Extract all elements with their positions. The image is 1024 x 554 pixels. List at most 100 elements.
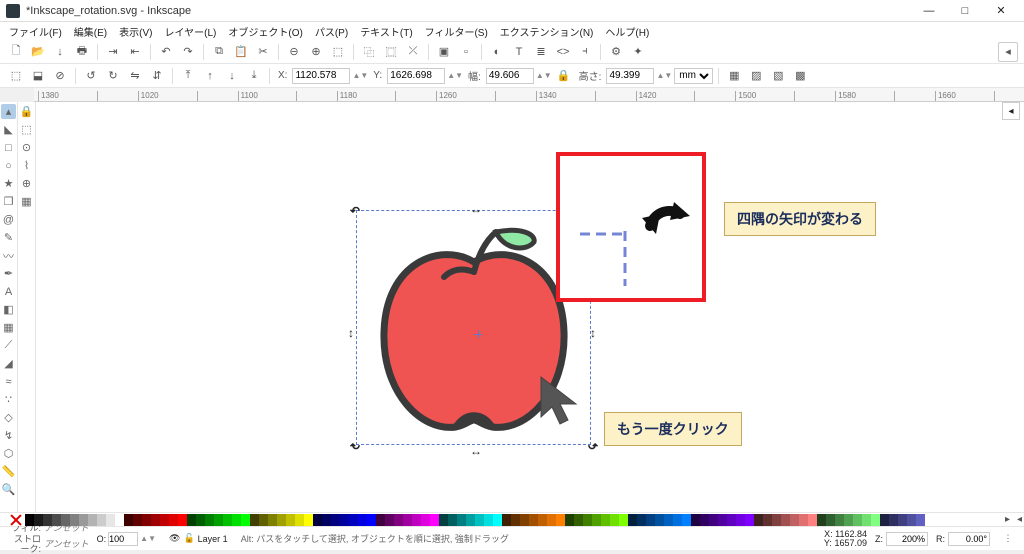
- color-swatch[interactable]: [412, 514, 421, 526]
- color-swatch[interactable]: [556, 514, 565, 526]
- color-swatch[interactable]: [520, 514, 529, 526]
- doc-props-icon[interactable]: ✦: [628, 42, 648, 62]
- undo-icon[interactable]: ↶: [156, 42, 176, 62]
- color-swatch[interactable]: [844, 514, 853, 526]
- paste-icon[interactable]: 📋: [231, 42, 251, 62]
- 3d-box-tool-icon[interactable]: ❒: [1, 194, 16, 209]
- color-swatch[interactable]: [808, 514, 817, 526]
- layer-visibility-icon[interactable]: 👁: [169, 533, 180, 544]
- tweak-tool-icon[interactable]: ≈: [1, 374, 16, 389]
- color-swatch[interactable]: [88, 514, 97, 526]
- color-swatch[interactable]: [655, 514, 664, 526]
- color-swatch[interactable]: [691, 514, 700, 526]
- color-swatch[interactable]: [601, 514, 610, 526]
- menu-layer[interactable]: レイヤー(L): [159, 23, 221, 40]
- color-swatch[interactable]: [529, 514, 538, 526]
- color-swatch[interactable]: [232, 514, 241, 526]
- menu-help[interactable]: ヘルプ(H): [600, 23, 654, 40]
- snap-path-icon[interactable]: ⌇: [19, 158, 34, 173]
- color-swatch[interactable]: [880, 514, 889, 526]
- status-menu-icon[interactable]: ⋮: [998, 529, 1018, 549]
- color-swatch[interactable]: [673, 514, 682, 526]
- mesh-tool-icon[interactable]: ▦: [1, 320, 16, 335]
- x-input[interactable]: [292, 68, 350, 84]
- color-swatch[interactable]: [700, 514, 709, 526]
- color-swatch[interactable]: [70, 514, 79, 526]
- color-swatch[interactable]: [25, 514, 34, 526]
- rotate-cw-icon[interactable]: ↻: [103, 66, 123, 86]
- text-tool-left-icon[interactable]: A: [1, 284, 16, 299]
- canvas[interactable]: ◂ ↶ ↶ ↶ ↶ ↔ ↔ ↕ ↕: [36, 102, 1024, 512]
- color-swatch[interactable]: [268, 514, 277, 526]
- color-swatch[interactable]: [79, 514, 88, 526]
- color-swatch[interactable]: [349, 514, 358, 526]
- color-swatch[interactable]: [853, 514, 862, 526]
- lpe-tool-icon[interactable]: ⬡: [1, 446, 16, 461]
- import-icon[interactable]: ⇥: [103, 42, 123, 62]
- color-swatch[interactable]: [286, 514, 295, 526]
- color-swatch[interactable]: [682, 514, 691, 526]
- clone-icon[interactable]: ⿴: [381, 42, 401, 62]
- dropper-tool-icon[interactable]: ⟋: [1, 338, 16, 353]
- rotate-ccw-icon[interactable]: ↺: [81, 66, 101, 86]
- color-swatch[interactable]: [484, 514, 493, 526]
- color-swatch[interactable]: [358, 514, 367, 526]
- color-swatch[interactable]: [43, 514, 52, 526]
- color-swatch[interactable]: [745, 514, 754, 526]
- snap-node-icon[interactable]: ⊙: [19, 140, 34, 155]
- flip-v-icon[interactable]: ⇵: [147, 66, 167, 86]
- zoom-fit-icon[interactable]: ⬚: [328, 42, 348, 62]
- color-palette[interactable]: ▸ ◂: [0, 512, 1024, 526]
- zoom-out-icon[interactable]: ⊖: [284, 42, 304, 62]
- scale-gradient-icon[interactable]: ▧: [768, 66, 788, 86]
- group-icon[interactable]: ▣: [434, 42, 454, 62]
- color-swatch[interactable]: [610, 514, 619, 526]
- duplicate-icon[interactable]: ⿻: [359, 42, 379, 62]
- color-swatch[interactable]: [583, 514, 592, 526]
- gradient-tool-icon[interactable]: ◧: [1, 302, 16, 317]
- color-swatch[interactable]: [178, 514, 187, 526]
- color-swatch[interactable]: [799, 514, 808, 526]
- save-icon[interactable]: ↓: [50, 42, 70, 62]
- color-swatch[interactable]: [394, 514, 403, 526]
- color-swatch[interactable]: [304, 514, 313, 526]
- color-swatch[interactable]: [277, 514, 286, 526]
- color-swatch[interactable]: [52, 514, 61, 526]
- node-tool-icon[interactable]: ◣: [1, 122, 16, 137]
- color-swatch[interactable]: [709, 514, 718, 526]
- color-swatch[interactable]: [160, 514, 169, 526]
- layer-lock-icon[interactable]: 🔓: [183, 533, 194, 544]
- unit-select[interactable]: mm: [674, 68, 713, 84]
- unlink-icon[interactable]: ⤫: [403, 42, 423, 62]
- select-all-icon[interactable]: ⬚: [6, 66, 26, 86]
- color-swatch[interactable]: [619, 514, 628, 526]
- snap-center-icon[interactable]: ⊕: [19, 176, 34, 191]
- color-swatch[interactable]: [367, 514, 376, 526]
- color-swatch[interactable]: [727, 514, 736, 526]
- menu-path[interactable]: パス(P): [310, 23, 353, 40]
- color-swatch[interactable]: [376, 514, 385, 526]
- snap-bbox-icon[interactable]: ⬚: [19, 122, 34, 137]
- color-swatch[interactable]: [475, 514, 484, 526]
- color-swatch[interactable]: [907, 514, 916, 526]
- measure-tool-icon[interactable]: 📏: [1, 464, 16, 479]
- pencil-tool-icon[interactable]: ✎: [1, 230, 16, 245]
- fill-stroke-icon[interactable]: ◐: [487, 42, 507, 62]
- zoom-input[interactable]: [886, 532, 928, 546]
- menu-object[interactable]: オブジェクト(O): [223, 23, 307, 40]
- color-swatch[interactable]: [313, 514, 322, 526]
- raise-icon[interactable]: ↑: [200, 66, 220, 86]
- snap-toggle-icon[interactable]: ◂: [998, 42, 1018, 62]
- color-swatch[interactable]: [772, 514, 781, 526]
- layer-indicator[interactable]: 👁 🔓 Layer 1: [164, 531, 233, 546]
- snap-enable-icon[interactable]: 🔒: [19, 104, 34, 119]
- color-swatch[interactable]: [592, 514, 601, 526]
- color-swatch[interactable]: [817, 514, 826, 526]
- command-bar-toggle-icon[interactable]: ◂: [1002, 102, 1020, 120]
- color-swatch[interactable]: [781, 514, 790, 526]
- color-swatch[interactable]: [862, 514, 871, 526]
- color-swatch[interactable]: [547, 514, 556, 526]
- color-swatch[interactable]: [502, 514, 511, 526]
- copy-icon[interactable]: ⧉: [209, 42, 229, 62]
- color-swatch[interactable]: [574, 514, 583, 526]
